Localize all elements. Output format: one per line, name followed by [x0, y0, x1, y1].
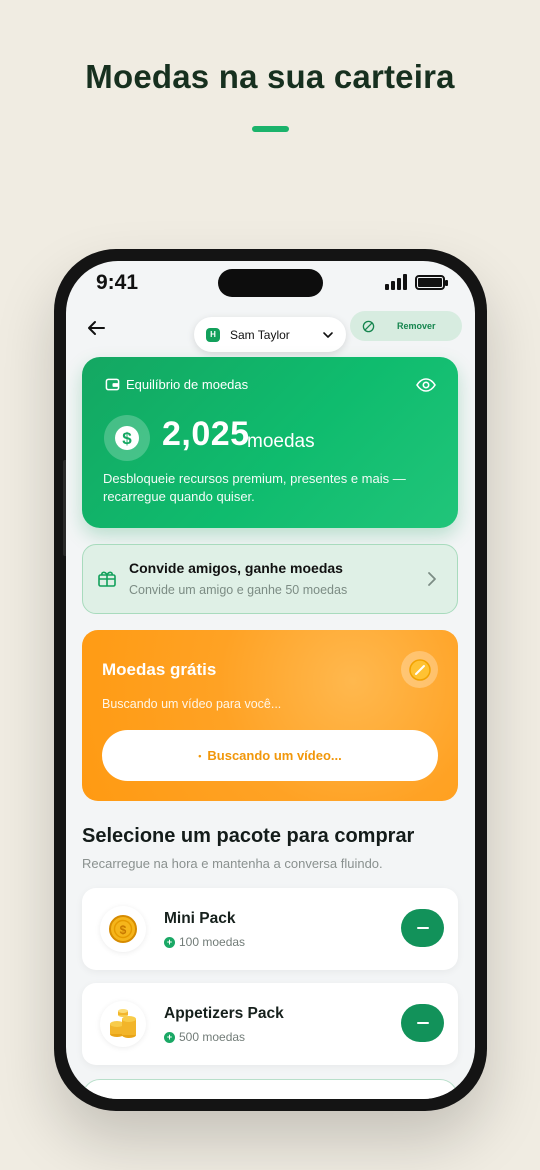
gift-icon — [97, 568, 117, 593]
coin-icon: $ — [100, 906, 146, 952]
invite-friends-card[interactable]: Convide amigos, ganhe moedas Convide um … — [82, 544, 458, 614]
pack-card[interactable]: Appetizers Pack + 500 moedas — [82, 983, 458, 1065]
phone-screen: 9:41 H Sam Taylor Remover Equilíbrio de … — [66, 261, 475, 1099]
plus-icon: + — [164, 1031, 175, 1043]
page-headline: Moedas na sua carteira — [85, 58, 455, 95]
packs-section-subtitle: Recarregue na hora e mantenha a conversa… — [82, 856, 383, 871]
invite-subtitle: Convide um amigo e ganhe 50 moedas — [129, 583, 348, 597]
balance-amount: 2,025 — [162, 415, 250, 453]
balance-card: Equilíbrio de moedas $ 2,025 moedas Desb… — [82, 357, 458, 528]
pack-card[interactable]: $ Mini Pack + 100 moedas — [82, 888, 458, 970]
pack-name: Mini Pack — [164, 910, 236, 927]
battery-icon — [415, 274, 448, 290]
spinning-coin-icon — [401, 651, 438, 688]
pack-card-partial[interactable] — [82, 1079, 458, 1099]
pack-coins-label: 100 moedas — [179, 935, 246, 949]
back-arrow-icon[interactable] — [84, 316, 108, 340]
status-icons — [385, 274, 448, 290]
packs-section-title: Selecione um pacote para comprar — [82, 825, 415, 847]
dynamic-island — [218, 269, 323, 297]
watch-video-label: Buscando um vídeo... — [207, 748, 342, 763]
account-selector[interactable]: H Sam Taylor — [194, 317, 346, 352]
plus-icon: + — [164, 936, 175, 948]
wallet-icon — [105, 378, 120, 391]
svg-text:$: $ — [122, 429, 132, 448]
remove-label: Remover — [397, 321, 436, 331]
invite-title: Convide amigos, ganhe moedas — [129, 560, 343, 576]
buy-pack-button[interactable] — [401, 909, 444, 947]
status-time: 9:41 — [96, 271, 139, 294]
free-coins-card: Moedas grátis Buscando um vídeo para voc… — [82, 630, 458, 801]
free-coins-subtitle: Buscando um vídeo para você... — [102, 697, 282, 711]
account-badge: H — [206, 327, 220, 342]
free-coins-title: Moedas grátis — [102, 660, 217, 679]
pack-name: Appetizers Pack — [164, 1005, 284, 1022]
signal-icon — [385, 274, 407, 290]
eye-icon[interactable] — [416, 378, 436, 397]
pack-coins-label: 500 moedas — [179, 1030, 246, 1044]
pack-coins: + 100 moedas — [164, 935, 245, 949]
headline-underline — [252, 126, 289, 132]
chevron-right-icon — [427, 571, 437, 592]
account-name: Sam Taylor — [230, 327, 290, 342]
dollar-coin-icon: $ — [104, 415, 150, 461]
chevron-down-icon — [323, 331, 333, 338]
coin-stack-icon — [100, 1001, 146, 1047]
buy-pack-button[interactable] — [401, 1004, 444, 1042]
balance-description: Desbloqueie recursos premium, presentes … — [103, 471, 406, 504]
loading-spinner-icon: • — [198, 750, 202, 761]
balance-unit: moedas — [247, 431, 315, 452]
watch-video-button[interactable]: • Buscando um vídeo... — [102, 730, 438, 781]
balance-title: Equilíbrio de moedas — [105, 377, 248, 392]
block-icon — [362, 320, 375, 332]
pack-coins: + 500 moedas — [164, 1030, 245, 1044]
balance-title-text: Equilíbrio de moedas — [126, 377, 249, 392]
remove-button[interactable]: Remover — [350, 311, 462, 341]
svg-text:$: $ — [120, 923, 127, 937]
